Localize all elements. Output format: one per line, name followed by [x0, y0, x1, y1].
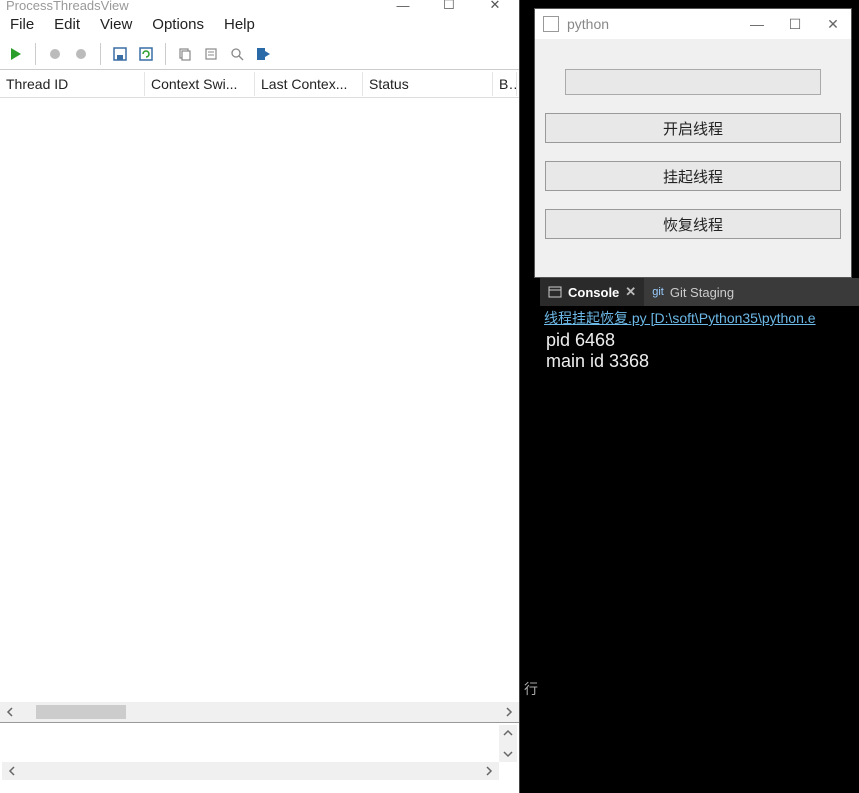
ptv-title-bar: ProcessThreadsView — ☐ ✕ [0, 0, 519, 10]
maximize-button[interactable]: ☐ [431, 0, 467, 16]
minimize-button[interactable]: — [747, 16, 767, 33]
ptv-window-controls: — ☐ ✕ [385, 0, 513, 16]
exit-icon[interactable] [253, 44, 273, 64]
toolbar [0, 39, 519, 70]
scroll-right-icon[interactable] [501, 704, 517, 720]
thread-input[interactable] [565, 69, 821, 95]
resume-thread-button[interactable]: 恢复线程 [545, 209, 841, 239]
bottom-horizontal-scrollbar[interactable] [2, 762, 499, 780]
scroll-down-icon[interactable] [500, 746, 516, 762]
refresh-icon[interactable] [136, 44, 156, 64]
close-button[interactable]: ✕ [823, 16, 843, 33]
stray-text: 行 [524, 679, 538, 699]
run-icon[interactable] [6, 44, 26, 64]
column-ba[interactable]: Ba [493, 72, 517, 96]
record-icon[interactable] [71, 44, 91, 64]
find-icon[interactable] [227, 44, 247, 64]
column-status[interactable]: Status [363, 72, 493, 96]
column-context-switches[interactable]: Context Swi... [145, 72, 255, 96]
separator [165, 43, 166, 65]
console-panel: 线程挂起恢复.py [D:\soft\Python35\python.e pid… [540, 306, 859, 793]
scroll-left-icon[interactable] [4, 763, 20, 779]
ide-tab-strip: Console ✕ git Git Staging [540, 278, 859, 306]
tab-git-staging[interactable]: git Git Staging [644, 278, 742, 306]
menu-file[interactable]: File [10, 16, 34, 33]
menu-edit[interactable]: Edit [54, 16, 80, 33]
console-run-link[interactable]: 线程挂起恢复.py [D:\soft\Python35\python.e [540, 306, 859, 330]
save-icon[interactable] [110, 44, 130, 64]
scroll-up-icon[interactable] [500, 725, 516, 741]
top-horizontal-scrollbar[interactable] [0, 702, 519, 722]
console-output-line: main id 3368 [540, 351, 859, 372]
git-icon: git [652, 286, 664, 298]
tab-git-staging-label: Git Staging [670, 285, 734, 300]
suspend-thread-button[interactable]: 挂起线程 [545, 161, 841, 191]
minimize-button[interactable]: — [385, 0, 421, 16]
start-thread-button[interactable]: 开启线程 [545, 113, 841, 143]
tab-console-label: Console [568, 285, 619, 300]
menu-options[interactable]: Options [152, 16, 204, 33]
menu-help[interactable]: Help [224, 16, 255, 33]
column-last-context[interactable]: Last Contex... [255, 72, 363, 96]
process-threads-view-window: ProcessThreadsView — ☐ ✕ File Edit View … [0, 0, 520, 793]
maximize-button[interactable]: ☐ [785, 16, 805, 33]
vertical-scrollbar[interactable] [499, 725, 517, 762]
stop-icon[interactable] [45, 44, 65, 64]
close-tab-icon[interactable]: ✕ [625, 284, 636, 300]
columns-header: Thread ID Context Swi... Last Contex... … [0, 70, 519, 98]
separator [35, 43, 36, 65]
copy-icon[interactable] [175, 44, 195, 64]
console-output-line: pid 6468 [540, 330, 859, 351]
menu-view[interactable]: View [100, 16, 132, 33]
bottom-pane [0, 722, 519, 782]
console-icon [548, 285, 562, 299]
ptv-title: ProcessThreadsView [6, 0, 385, 13]
scroll-right-icon[interactable] [481, 763, 497, 779]
separator [100, 43, 101, 65]
py-title-bar: python — ☐ ✕ [535, 9, 851, 39]
python-window: python — ☐ ✕ 开启线程 挂起线程 恢复线程 [534, 8, 852, 278]
close-button[interactable]: ✕ [477, 0, 513, 16]
column-thread-id[interactable]: Thread ID [0, 72, 145, 96]
py-window-controls: — ☐ ✕ [747, 16, 843, 33]
thread-list-body[interactable] [0, 98, 519, 702]
scrollbar-thumb[interactable] [36, 705, 126, 719]
tab-console[interactable]: Console ✕ [540, 278, 644, 306]
py-title: python [567, 16, 747, 32]
properties-icon[interactable] [201, 44, 221, 64]
python-app-icon [543, 16, 559, 32]
py-body: 开启线程 挂起线程 恢复线程 [535, 39, 851, 249]
scroll-left-icon[interactable] [2, 704, 18, 720]
